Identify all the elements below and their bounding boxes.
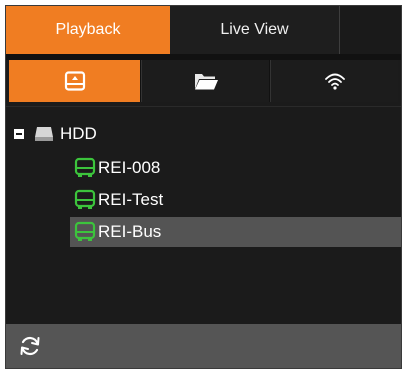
hdd-source-button[interactable] <box>9 60 140 102</box>
playback-panel: Playback Live View HDD REI-008 REI-Test … <box>5 5 402 369</box>
device-label: REI-Test <box>98 190 164 209</box>
bus-icon <box>74 189 96 209</box>
tab-bar-spacer <box>340 6 401 54</box>
device-tree: HDD REI-008 REI-Test REI-Bus <box>6 106 401 322</box>
bus-icon <box>74 157 96 177</box>
device-label: REI-Bus <box>98 222 162 241</box>
tree-device-rei-008[interactable]: REI-008 <box>70 153 401 183</box>
bottom-toolbar <box>6 324 401 368</box>
tab-bar: Playback Live View <box>6 6 401 54</box>
bus-icon <box>74 221 96 241</box>
tree-root-label: HDD <box>60 124 97 143</box>
drive-icon <box>35 127 53 141</box>
refresh-icon[interactable] <box>18 334 42 358</box>
tree-device-rei-test[interactable]: REI-Test <box>70 185 401 215</box>
device-label: REI-008 <box>98 158 161 177</box>
tab-live-view[interactable]: Live View <box>170 6 340 54</box>
tab-playback[interactable]: Playback <box>6 6 170 54</box>
wifi-source-button[interactable] <box>270 60 398 102</box>
tree-root-hdd[interactable]: HDD <box>14 119 97 149</box>
folder-source-button[interactable] <box>141 60 269 102</box>
folder-icon <box>194 74 218 90</box>
tree-device-rei-bus[interactable]: REI-Bus <box>70 217 401 247</box>
hdd-icon <box>64 71 85 91</box>
source-selector <box>9 60 398 102</box>
collapse-icon[interactable] <box>14 129 24 139</box>
wifi-icon <box>324 73 345 90</box>
